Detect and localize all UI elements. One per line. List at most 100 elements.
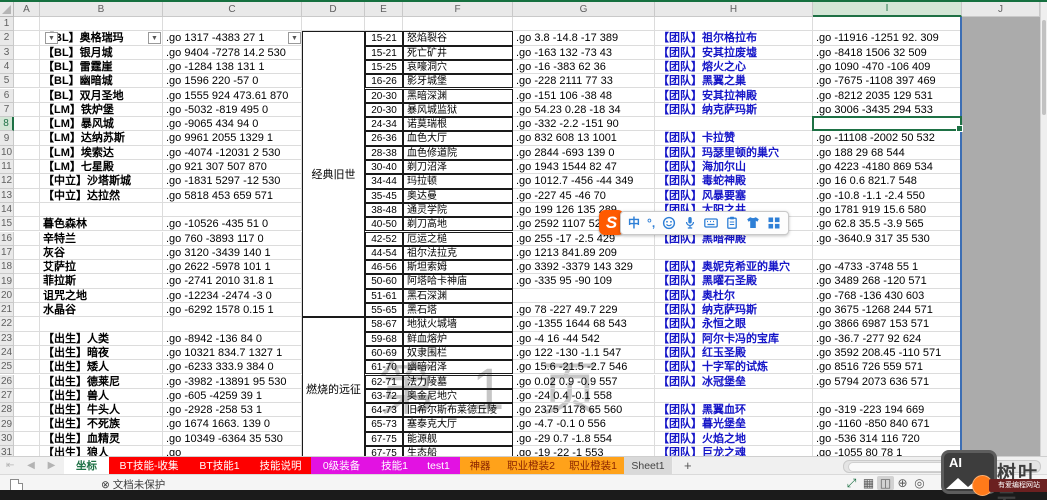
cell-G29[interactable]: .go -4.7 -0.1 0 556 (513, 417, 655, 431)
row-header-27[interactable]: 27 (0, 389, 14, 403)
cell-B4[interactable]: 【BL】雷霆崖 (40, 60, 163, 74)
cell-H18[interactable]: 【团队】奥妮克希亚的巢穴 (655, 260, 813, 274)
cell-F23[interactable]: 鲜血熔炉 (403, 332, 513, 346)
cell-E17[interactable]: 44-54 (365, 246, 403, 260)
cell-A11[interactable] (14, 160, 40, 174)
cell-B8[interactable]: 【LM】暴风城 (40, 117, 163, 131)
cell-I16[interactable]: .go -3640.9 317 35 530 (813, 232, 962, 246)
cell-F8[interactable]: 诺莫瑞根 (403, 117, 513, 131)
cell-F18[interactable]: 斯坦索姆 (403, 260, 513, 274)
cell-A15[interactable] (14, 217, 40, 231)
cell-E9[interactable]: 26-36 (365, 131, 403, 145)
cell-A22[interactable] (14, 317, 40, 331)
cell-C11[interactable]: .go 921 307 507 870 (163, 160, 302, 174)
cell-H19[interactable]: 【团队】黑曜石圣殿 (655, 274, 813, 288)
toolbox-icon[interactable] (767, 216, 781, 230)
cell-A16[interactable] (14, 232, 40, 246)
cell-A28[interactable] (14, 403, 40, 417)
cell-A4[interactable] (14, 60, 40, 74)
cell-E18[interactable]: 46-56 (365, 260, 403, 274)
row-header-26[interactable]: 26 (0, 375, 14, 389)
page-layout-icon[interactable]: ◫ (877, 476, 894, 490)
cell-I2[interactable]: .go -11916 -1251 92. 309 (813, 31, 962, 45)
ime-punctuation[interactable]: °, (647, 213, 655, 233)
cell-E16[interactable]: 42-52 (365, 232, 403, 246)
cell-F6[interactable]: 黑暗深渊 (403, 89, 513, 103)
cell-B22[interactable] (40, 317, 163, 331)
cell-I24[interactable]: .go 3592 208.45 -110 571 (813, 346, 962, 360)
cell-B26[interactable]: 【出生】德莱尼 (40, 375, 163, 389)
cell-C5[interactable]: .go 1596 220 -57 0 (163, 74, 302, 88)
cell-C14[interactable] (163, 203, 302, 217)
cell-E1[interactable] (365, 17, 403, 31)
cell-I18[interactable]: .go -4733 -3748 55 1 (813, 260, 962, 274)
row-header-3[interactable]: 3 (0, 46, 14, 60)
cell-C4[interactable]: .go -1284 138 131 1 (163, 60, 302, 74)
cell-F30[interactable]: 能源舰 (403, 432, 513, 446)
cell-C27[interactable]: .go -605 -4259 39 1 (163, 389, 302, 403)
cell-I11[interactable]: .go 4223 -4180 869 534 (813, 160, 962, 174)
cell-F10[interactable]: 血色修道院 (403, 146, 513, 160)
row-header-6[interactable]: 6 (0, 89, 14, 103)
column-header-I[interactable]: I (813, 2, 962, 17)
cell-G27[interactable]: .go -24 0.4 -0.1 558 (513, 389, 655, 403)
cell-B16[interactable]: 辛特兰 (40, 232, 163, 246)
cell-E30[interactable]: 67-75 (365, 432, 403, 446)
cell-E21[interactable]: 55-65 (365, 303, 403, 317)
cell-C1[interactable] (163, 17, 302, 31)
vertical-scrollbar-thumb[interactable] (1042, 20, 1046, 115)
skin-icon[interactable] (746, 216, 760, 230)
cell-G9[interactable]: .go 832 608 13 1001 (513, 131, 655, 145)
cell-F17[interactable]: 祖尔法拉克 (403, 246, 513, 260)
cell-I4[interactable]: .go 1090 -470 -106 409 (813, 60, 962, 74)
cell-B3[interactable]: 【BL】银月城 (40, 46, 163, 60)
cell-B18[interactable]: 艾萨拉 (40, 260, 163, 274)
cell-E25[interactable]: 61-70 (365, 360, 403, 374)
cell-A30[interactable] (14, 432, 40, 446)
cell-C2[interactable]: .go 1317 -4383 27 1 (163, 31, 302, 45)
cell-I20[interactable]: .go -768 -136 430 603 (813, 289, 962, 303)
keyboard-icon[interactable] (704, 216, 718, 230)
autofilter-dropdown-icon filter-A[interactable]: ▼ (45, 32, 58, 44)
cell-C24[interactable]: .go 10321 834.7 1327 1 (163, 346, 302, 360)
cell-E27[interactable]: 63-72 (365, 389, 403, 403)
cell-B12[interactable]: 【中立】沙塔斯城 (40, 174, 163, 188)
cell-H8[interactable] (655, 117, 813, 131)
cell-E14[interactable]: 38-48 (365, 203, 403, 217)
cell-E24[interactable]: 60-69 (365, 346, 403, 360)
cell-A13[interactable] (14, 189, 40, 203)
cell-G19[interactable]: .go -335 95 -90 109 (513, 274, 655, 288)
cell-C8[interactable]: .go -9065 434 94 0 (163, 117, 302, 131)
cell-B29[interactable]: 【出生】不死族 (40, 417, 163, 431)
sheet-tab-Sheet1[interactable]: Sheet1 (624, 457, 673, 475)
sheet-tab-test1[interactable]: test1 (417, 457, 461, 475)
cell-F20[interactable]: 黑石深渊 (403, 289, 513, 303)
cell-B5[interactable]: 【BL】幽暗城 (40, 74, 163, 88)
cell-I7[interactable]: .go 3006 -3435 294 533 (813, 103, 962, 117)
cell-E23[interactable]: 59-68 (365, 332, 403, 346)
cell-A18[interactable] (14, 260, 40, 274)
cell-F1[interactable] (403, 17, 513, 31)
mic-icon[interactable] (683, 216, 697, 230)
cell-I6[interactable]: .go -8212 2035 129 531 (813, 89, 962, 103)
row-header-13[interactable]: 13 (0, 189, 14, 203)
cell-E7[interactable]: 20-30 (365, 103, 403, 117)
cell-H4[interactable]: 【团队】熔火之心 (655, 60, 813, 74)
active-cell-selection[interactable] (812, 116, 962, 131)
cell-I29[interactable]: .go -1160 -850 840 671 (813, 417, 962, 431)
cell-H3[interactable]: 【团队】安其拉废墟 (655, 46, 813, 60)
cell-A29[interactable] (14, 417, 40, 431)
cell-A26[interactable] (14, 375, 40, 389)
cell-H30[interactable]: 【团队】火焰之地 (655, 432, 813, 446)
cell-I5[interactable]: .go -7675 -1108 397 469 (813, 74, 962, 88)
cell-H2[interactable]: 【团队】祖尔格拉布 (655, 31, 813, 45)
column-header-A[interactable]: A (14, 2, 40, 17)
cell-I14[interactable]: .go 1781 919 15.6 580 (813, 203, 962, 217)
cell-B15[interactable]: 暮色森林 (40, 217, 163, 231)
cell-C25[interactable]: .go -6233 333.9 384 0 (163, 360, 302, 374)
cell-B25[interactable]: 【出生】矮人 (40, 360, 163, 374)
cell-H13[interactable]: 【团队】风暴要塞 (655, 189, 813, 203)
cell-E22[interactable]: 58-67 (365, 317, 403, 331)
cell-E3[interactable]: 15-21 (365, 46, 403, 60)
cell-F28[interactable]: 旧希尔斯布莱德丘陵 (403, 403, 513, 417)
